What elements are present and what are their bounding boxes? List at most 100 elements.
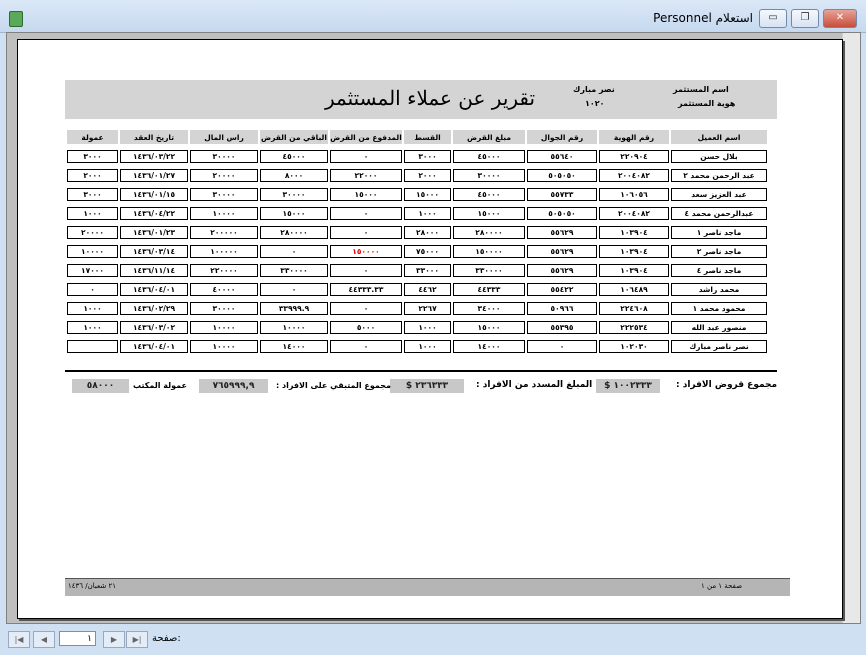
paid-amount: ٢٣٦٣٣٣ [415, 381, 449, 391]
table-cell: ٣٠٠٠ [67, 150, 118, 163]
table-cell: ٣٣٠٠٠ [404, 264, 451, 277]
table-cell: ماجد ناصر ٤ [671, 264, 767, 277]
col-header: رقم الجوال [527, 130, 597, 144]
table-cell: ٢٠٠٠٠٠ [190, 226, 258, 239]
table-cell: ٥٠٩٦٦ [527, 302, 597, 315]
page-number-input[interactable]: ١ [59, 631, 96, 646]
table-cell: ٠ [330, 226, 402, 239]
table-cell: ١٤٣٦/٠١/١٥ [120, 188, 188, 201]
table-row: بلال حسن ٢٢٠٩٠٤ ٥٥٦٤٠ ٤٥٠٠٠ ٣٠٠٠ ٠ ٤٥٠٠٠ ٣٠٠٠٠ ١… [67, 150, 767, 163]
table-cell: ١٠٠٠٠ [190, 207, 258, 220]
table-cell: ٢٨٠٠٠٠ [260, 226, 328, 239]
table-cell: ٢٠٠٤٠٨٢ [599, 207, 669, 220]
table-cell: عبد العزيز سعد [671, 188, 767, 201]
table-cell: ٣٠٠٠ [404, 150, 451, 163]
col-header: رقم الهوية [599, 130, 669, 144]
table-cell: ٠ [260, 283, 328, 296]
table-cell: ٢٠٠٠ [67, 169, 118, 182]
table-cell: عبد الرحمن محمد ٢ [671, 169, 767, 182]
table-cell: ١٠٠٠٠ [67, 245, 118, 258]
table-cell: ٥٥٦٢٩ [527, 264, 597, 277]
table-cell: ١٥٠٠٠٠ [453, 245, 525, 258]
table-row: منصور عبد الله ٢٢٢٥٣٤ ٥٥٣٩٥ ١٥٠٠٠ ١٠٠٠ ٥٠٠٠ ١٠… [67, 321, 767, 334]
remaining-label: مجموع المتبقي على الافراد : [276, 381, 391, 390]
record-navigation: |◀ ◀ ١ ▶ ▶| صفحة: [0, 626, 866, 655]
table-row: عبد العزيز سعد ١٠٦٠٥٦ ٥٥٧٣٣ ٤٥٠٠٠ ١٥٠٠٠ ١٥٠٠٠… [67, 188, 767, 201]
col-header: الباقي من القرض [260, 130, 328, 144]
table-cell: ٥٥٦٤٠ [527, 150, 597, 163]
last-page-button[interactable]: ▶| [126, 631, 148, 648]
table-cell: ماجد ناصر ١ [671, 226, 767, 239]
investor-name-label: اسم المستثمر [673, 85, 729, 94]
table-cell: ماجد ناصر ٢ [671, 245, 767, 258]
table-cell: ٠ [330, 302, 402, 315]
total-loans-value: $ ١٠٠٢٣٣٣ [596, 379, 660, 393]
table-row: محمد راشد ١٠٦٤٨٩ ٥٥٤٢٢ ٤٤٣٣٣ ٤٤٦٢ ٤٤٣٣٣.٣٣ ٠ ٤٠… [67, 283, 767, 296]
table-cell: ٢٢٦٧ [404, 302, 451, 315]
table-cell: ٠ [527, 340, 597, 353]
table-cell: ٣٠٠٠٠ [190, 302, 258, 315]
office-commission-label: عمولة المكتب [133, 381, 187, 390]
table-cell: ٢٠٠٠٠ [67, 226, 118, 239]
restore-button[interactable]: ❐ [791, 9, 819, 28]
table-cell: ١٤٣٦/٠٤/٠١ [120, 340, 188, 353]
table-cell: ٥٥٧٣٣ [527, 188, 597, 201]
table-cell: محمود محمد ١ [671, 302, 767, 315]
customers-table: اسم العميل رقم الهوية رقم الجوال مبلغ ال… [65, 130, 769, 353]
table-cell: ٣٣٠٠٠٠ [260, 264, 328, 277]
table-cell: ٣٠٠٠٠ [260, 188, 328, 201]
table-cell [67, 340, 118, 353]
next-page-button[interactable]: ▶ [103, 631, 125, 648]
table-cell: ١٠٠٠٠ [190, 340, 258, 353]
table-cell: ١٤٣٦/٠٣/٢٢ [120, 150, 188, 163]
col-header: عمولة [67, 130, 118, 144]
currency-symbol: $ [405, 381, 413, 391]
table-cell: ٢٨٠٠٠٠ [453, 226, 525, 239]
vertical-scrollbar[interactable] [842, 33, 860, 623]
window-title: Personnel استعلام [653, 11, 753, 25]
table-cell: ٥٥٣٩٥ [527, 321, 597, 334]
table-cell: ١٠٣٩٠٤ [599, 226, 669, 239]
table-cell: ١٤٠٠٠ [453, 340, 525, 353]
col-header: تاريخ العقد [120, 130, 188, 144]
table-row: ماجد ناصر ٢ ١٠٣٩٠٤ ٥٥٦٢٩ ١٥٠٠٠٠ ٧٥٠٠٠ ١٥٠٠٠٠ ٠… [67, 245, 767, 258]
table-cell: بلال حسن [671, 150, 767, 163]
table-cell: ٤٤٦٢ [404, 283, 451, 296]
table-cell: ٠ [260, 245, 328, 258]
table-cell: ٤٠٠٠٠ [190, 283, 258, 296]
table-cell: ١٠٠٠ [67, 207, 118, 220]
minimize-button[interactable]: ▭ [759, 9, 787, 28]
table-cell: ٥٥٦٢٩ [527, 245, 597, 258]
table-cell: منصور عبد الله [671, 321, 767, 334]
table-cell: ٥٠٠٠ [330, 321, 402, 334]
table-cell: ١٤٠٠٠ [260, 340, 328, 353]
table-cell: ١٤٣٦/٠٤/٠١ [120, 283, 188, 296]
investor-id-label: هوية المستثمر [678, 99, 736, 108]
table-cell: ٣٠٠٠٠ [453, 169, 525, 182]
table-cell: ١٠٠٠٠ [260, 321, 328, 334]
previous-page-button[interactable]: ◀ [33, 631, 55, 648]
table-row: عبدالرحمن محمد ٤ ٢٠٠٤٠٨٢ ٥٠٥٠٥٠ ١٥٠٠٠ ١٠٠٠ ٠ ١… [67, 207, 767, 220]
table-cell: ١٥٠٠٠ [404, 188, 451, 201]
table-cell: ٥٥٤٢٢ [527, 283, 597, 296]
table-cell: ١٠٦٤٨٩ [599, 283, 669, 296]
table-cell: ١٥٠٠٠٠ [330, 245, 402, 258]
table-cell: ٠ [67, 283, 118, 296]
page-label: صفحة: [152, 633, 181, 644]
col-header: راس المال [190, 130, 258, 144]
table-cell: ٤٥٠٠٠ [453, 150, 525, 163]
table-cell: ٣٣٠٠٠٠ [453, 264, 525, 277]
paid-label: المبلغ المسدد من الافراد : [476, 380, 593, 390]
close-button[interactable]: ✕ [823, 9, 857, 28]
table-cell: ٤٥٠٠٠ [453, 188, 525, 201]
first-page-button[interactable]: |◀ [8, 631, 30, 648]
table-cell: ١٤٣٦/٠٣/٠٢ [120, 321, 188, 334]
table-cell: ٠ [330, 340, 402, 353]
report-viewport: تقرير عن عملاء المستثمر اسم المستثمر هوي… [6, 32, 861, 624]
paid-value: $ ٢٣٦٣٣٣ [390, 379, 464, 393]
total-loans-amount: ١٠٠٢٣٣٣ [613, 381, 652, 391]
page-of-text: صفحة ١ من ١ [701, 582, 743, 590]
table-cell: ٤٤٣٣٣.٣٣ [330, 283, 402, 296]
table-cell: نصر ناصر مبارك [671, 340, 767, 353]
table-cell: ٢٢٠٠٠ [330, 169, 402, 182]
